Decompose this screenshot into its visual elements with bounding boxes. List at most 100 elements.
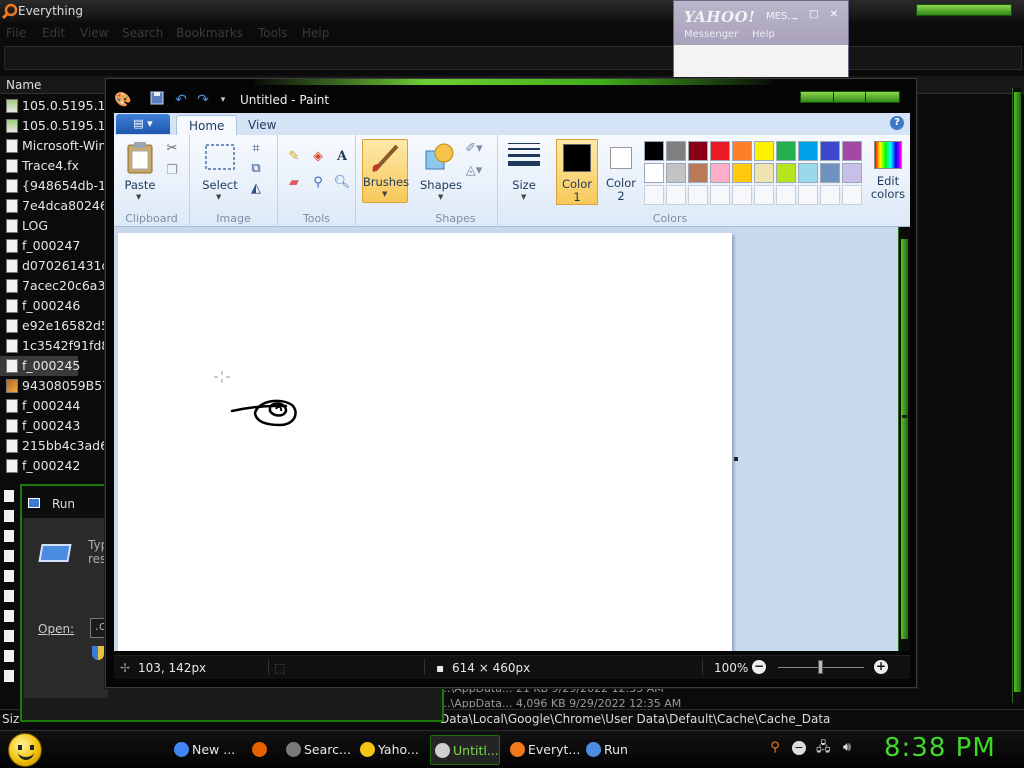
file-list-row[interactable]: f_000244 xyxy=(0,396,106,416)
size-button[interactable]: Size xyxy=(502,179,546,192)
file-list-row[interactable]: Trace4.fx xyxy=(0,156,106,176)
custom-color-slot[interactable] xyxy=(798,185,818,205)
save-icon[interactable] xyxy=(148,91,166,109)
file-list-row[interactable]: 7acec20c6a3a xyxy=(0,276,106,296)
canvas-workspace[interactable] xyxy=(114,227,898,651)
cut-icon[interactable]: ✂ xyxy=(162,139,182,159)
run-titlebar[interactable]: Run xyxy=(22,486,106,518)
file-list-row[interactable]: f_000247 xyxy=(0,236,106,256)
palette-swatch[interactable] xyxy=(644,163,664,183)
paste-dropdown-icon[interactable]: ▼ xyxy=(136,193,141,201)
taskbar-button[interactable]: Yaho... xyxy=(356,735,424,765)
file-list-row[interactable]: f_000242 xyxy=(0,456,106,476)
color-picker-icon[interactable]: ⚲ xyxy=(308,173,328,193)
yahoo-menu-messenger[interactable]: Messenger xyxy=(684,29,738,40)
menu-bookmarks[interactable]: Bookmarks xyxy=(176,26,243,40)
scrollbar-thumb[interactable] xyxy=(1014,92,1021,692)
palette-swatch[interactable] xyxy=(732,141,752,161)
file-list-row[interactable]: 215bb4c3ad6 xyxy=(0,436,106,456)
file-list-row[interactable]: f_000245 xyxy=(0,356,80,376)
palette-swatch[interactable] xyxy=(754,163,774,183)
file-list-row[interactable]: 105.0.5195.127 xyxy=(0,116,106,136)
custom-color-slot[interactable] xyxy=(754,185,774,205)
canvas-resize-handle[interactable] xyxy=(734,457,738,461)
taskbar-button[interactable]: Untitl... xyxy=(430,735,500,765)
color1-button[interactable]: Color 1 xyxy=(556,139,598,205)
edit-colors-button[interactable]: Edit colors xyxy=(868,137,908,203)
palette-swatch[interactable] xyxy=(798,163,818,183)
paste-button[interactable]: Paste xyxy=(120,179,160,192)
fill-icon[interactable]: ◈ xyxy=(308,147,328,167)
tab-view[interactable]: View xyxy=(236,115,288,135)
redo-icon[interactable]: ↷ xyxy=(194,91,212,109)
network-tray-icon[interactable]: 🖧 xyxy=(816,741,831,755)
shapes-button[interactable]: Shapes xyxy=(418,179,464,192)
yahoo-messenger-window[interactable]: YAHOO! MES... _ □ ✕ Messenger Help xyxy=(673,0,849,78)
outline-icon[interactable]: ✐▾ xyxy=(464,139,484,159)
undo-icon[interactable]: ↶ xyxy=(172,91,190,109)
palette-swatch[interactable] xyxy=(644,141,664,161)
rotate-icon[interactable]: ◭ xyxy=(246,179,266,199)
yahoo-window-controls[interactable]: _ □ ✕ xyxy=(793,9,842,20)
brushes-dropdown-icon[interactable]: ▼ xyxy=(382,190,387,198)
canvas-scrollbar-thumb[interactable] xyxy=(901,239,908,639)
custom-color-slot[interactable] xyxy=(688,185,708,205)
custom-color-slot[interactable] xyxy=(732,185,752,205)
zoom-slider-thumb[interactable] xyxy=(818,660,823,674)
shape-fill-icon[interactable]: ◬▾ xyxy=(464,161,484,181)
drawing-canvas[interactable] xyxy=(118,233,732,651)
palette-swatch[interactable] xyxy=(842,141,862,161)
paint-window-controls[interactable] xyxy=(800,91,900,103)
everything-search-input[interactable] xyxy=(4,46,1022,70)
palette-swatch[interactable] xyxy=(732,163,752,183)
text-icon[interactable]: A xyxy=(332,147,352,167)
palette-swatch[interactable] xyxy=(776,141,796,161)
custom-color-slot[interactable] xyxy=(820,185,840,205)
help-icon[interactable]: ? xyxy=(890,116,904,130)
tab-home[interactable]: Home xyxy=(176,115,238,135)
crop-icon[interactable]: ⌗ xyxy=(246,139,266,159)
taskbar-button[interactable] xyxy=(248,735,276,765)
qat-dropdown-icon[interactable]: ▾ xyxy=(214,91,232,109)
palette-swatch[interactable] xyxy=(710,163,730,183)
zoom-out-button[interactable]: − xyxy=(752,660,766,674)
size-dropdown-icon[interactable]: ▼ xyxy=(521,193,526,201)
taskbar-button[interactable]: Searc... xyxy=(282,735,351,765)
file-list-row[interactable]: 94308059B57E xyxy=(0,376,106,396)
paint-window[interactable]: 🎨 ↶ ↷ ▾ Untitled - Paint ▤ ▾ Home View ?… xyxy=(105,78,917,688)
copy-icon[interactable]: ❐ xyxy=(162,161,182,181)
shapes-dropdown-icon[interactable]: ▼ xyxy=(438,193,443,201)
brushes-button[interactable]: Brushes ▼ xyxy=(362,139,409,203)
file-list-row[interactable]: Microsoft-Win xyxy=(0,136,106,156)
paint-app-icon[interactable]: 🎨 xyxy=(114,91,132,109)
menu-search[interactable]: Search xyxy=(122,26,163,40)
canvas-vertical-scrollbar[interactable] xyxy=(898,227,910,651)
file-list-row[interactable]: LOG xyxy=(0,216,106,236)
everything-scrollbar[interactable] xyxy=(1012,88,1022,703)
file-list-row[interactable]: d070261431d7 xyxy=(0,256,106,276)
everything-file-list[interactable]: 105.0.5195.127 105.0.5195.127 Microsoft-Wi… xyxy=(0,96,106,481)
palette-swatch[interactable] xyxy=(666,163,686,183)
menu-tools[interactable]: Tools xyxy=(258,26,288,40)
palette-swatch[interactable] xyxy=(820,141,840,161)
custom-color-slot[interactable] xyxy=(710,185,730,205)
file-list-row[interactable]: 105.0.5195.127 xyxy=(0,96,106,116)
palette-swatch[interactable] xyxy=(666,141,686,161)
custom-color-slot[interactable] xyxy=(842,185,862,205)
menu-edit[interactable]: Edit xyxy=(42,26,65,40)
palette-swatch[interactable] xyxy=(688,163,708,183)
everything-tray-icon[interactable]: ⚲ xyxy=(768,741,782,755)
yahoo-menu-help[interactable]: Help xyxy=(752,29,775,40)
mute-tray-icon[interactable]: − xyxy=(792,741,806,755)
custom-color-slot[interactable] xyxy=(644,185,664,205)
file-list-row[interactable]: e92e16582d5 xyxy=(0,316,106,336)
menu-help[interactable]: Help xyxy=(302,26,329,40)
file-list-row[interactable]: 1c3542f91fd83 xyxy=(0,336,106,356)
pencil-icon[interactable]: ✎ xyxy=(284,147,304,167)
taskbar-button[interactable]: New ... xyxy=(170,735,240,765)
palette-swatch[interactable] xyxy=(776,163,796,183)
custom-color-slot[interactable] xyxy=(666,185,686,205)
paint-file-menu-button[interactable]: ▤ ▾ xyxy=(116,114,170,134)
palette-swatch[interactable] xyxy=(688,141,708,161)
everything-window-controls[interactable] xyxy=(916,4,1012,16)
